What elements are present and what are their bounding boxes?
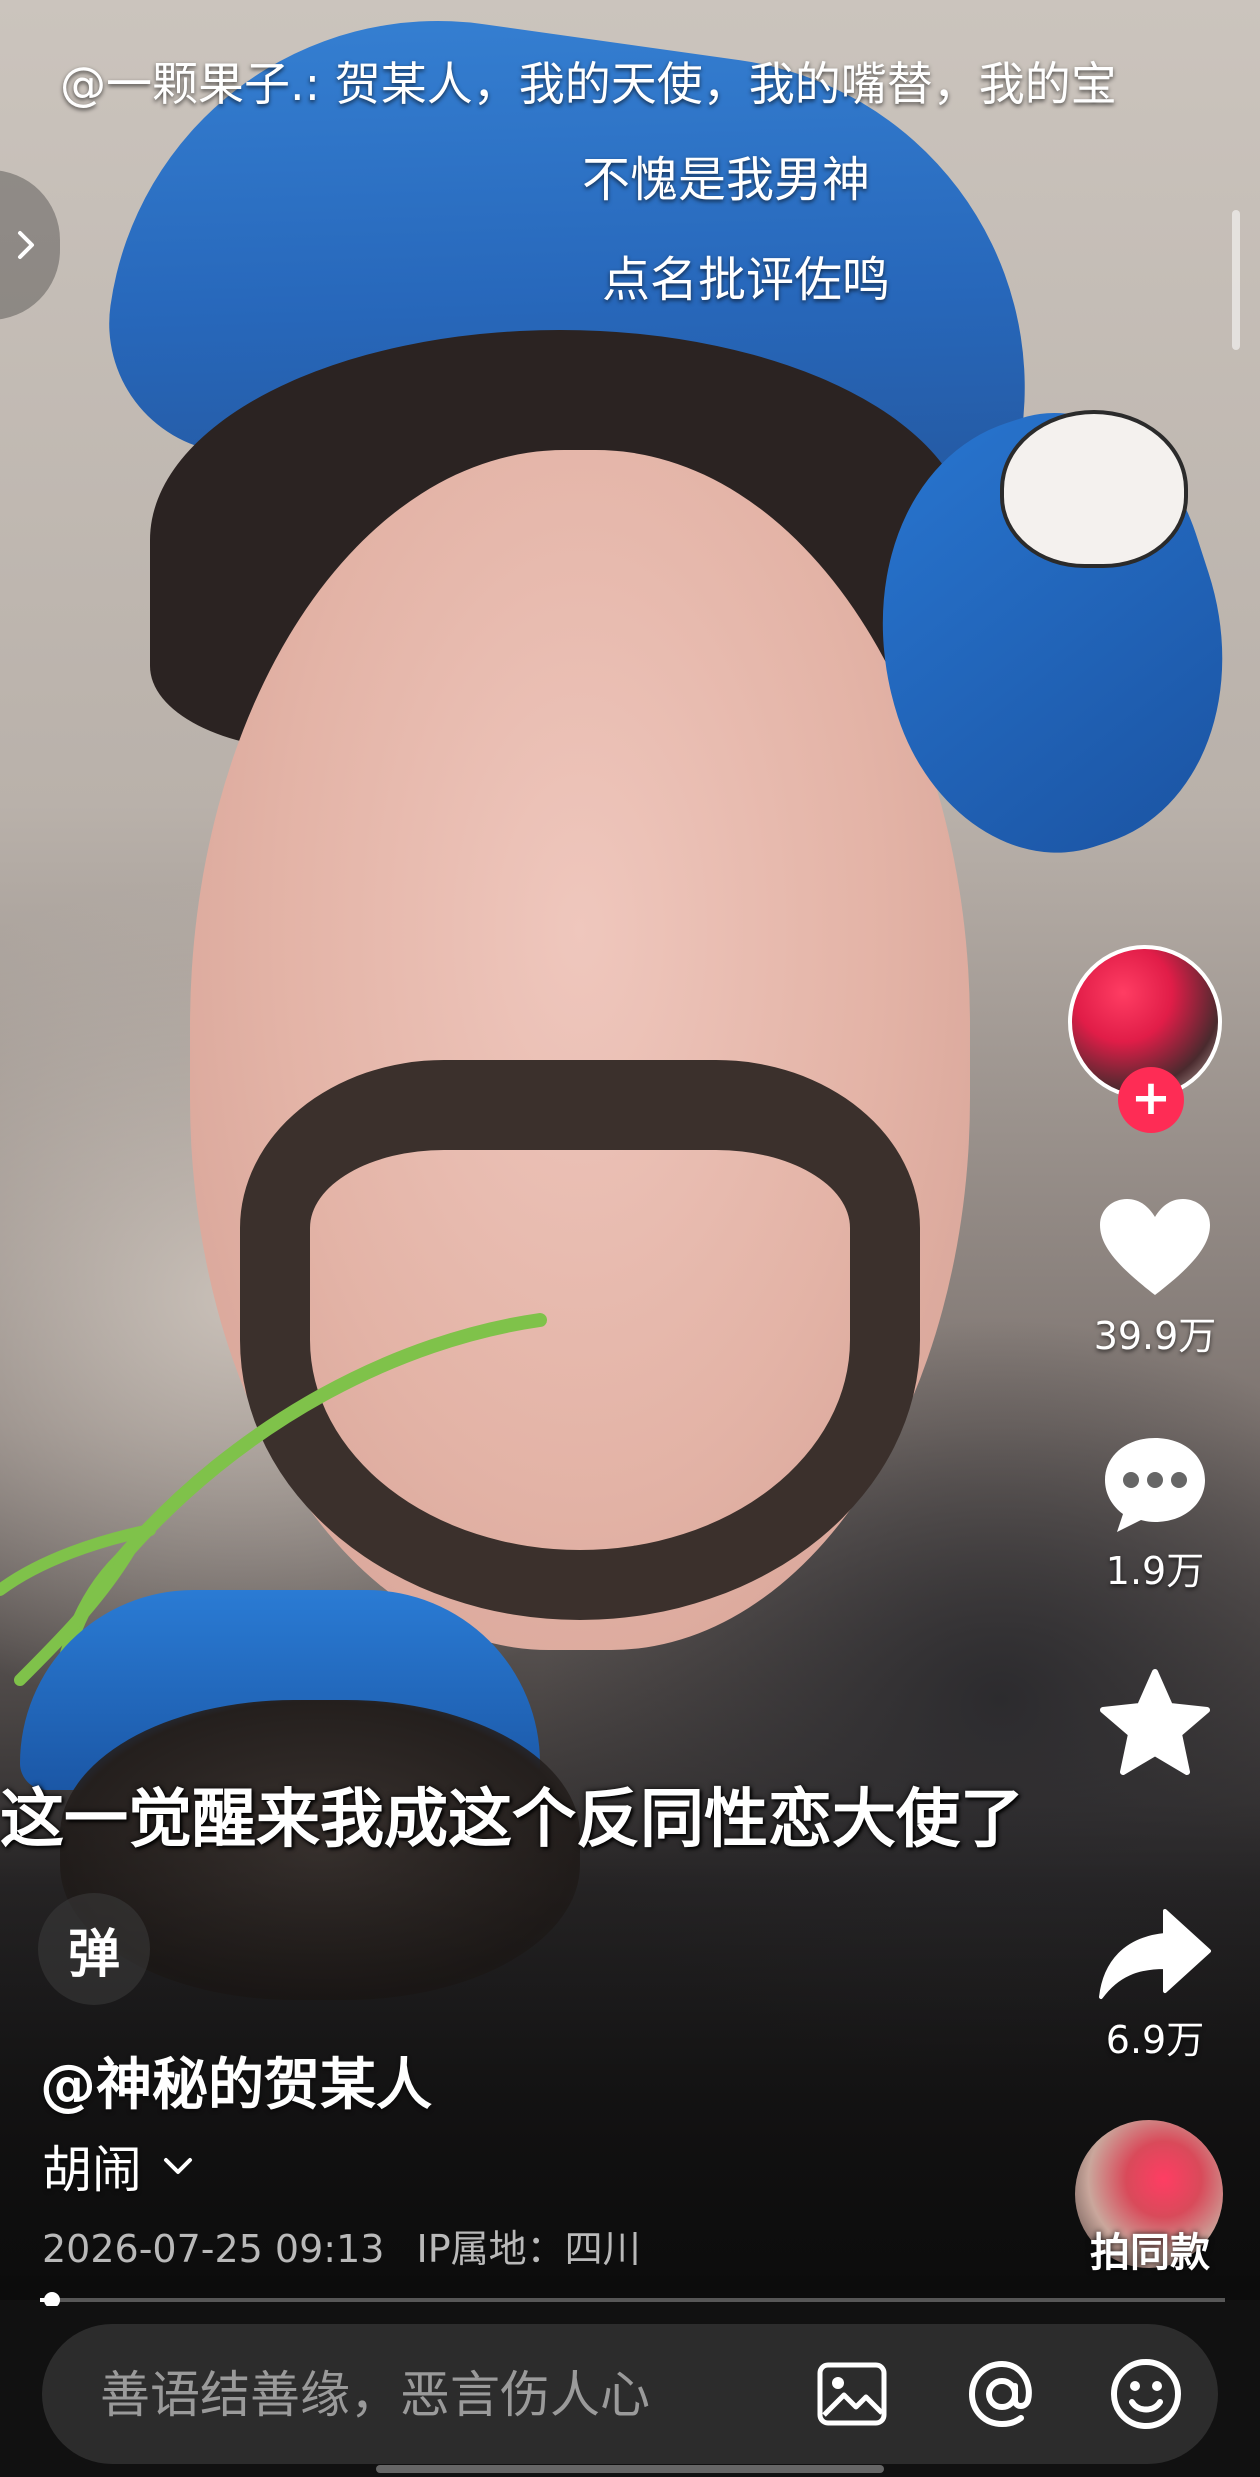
comment-bubble-icon bbox=[1105, 1438, 1205, 1532]
remix-button[interactable]: 拍同款 bbox=[1075, 2120, 1235, 2280]
danmu-toggle-label: 弹 bbox=[67, 1924, 120, 1985]
danmaku-comment: @一颗果子.: 贺某人，我的天使，我的嘴替，我的宝 bbox=[60, 57, 1117, 111]
home-indicator bbox=[376, 2465, 884, 2473]
video-player[interactable] bbox=[0, 0, 1260, 2300]
danmaku-comment: 不愧是我男神 bbox=[582, 152, 871, 208]
video-subtitle: 这一觉醒来我成这个反同性恋大使了 bbox=[0, 1783, 1024, 1857]
remix-label: 拍同款 bbox=[1090, 2230, 1210, 2276]
like-button[interactable]: 39.9万 bbox=[1090, 1195, 1220, 1360]
plus-icon: + bbox=[1130, 1070, 1172, 1126]
video-description[interactable]: 胡闹 bbox=[42, 2130, 196, 2202]
comment-input[interactable] bbox=[98, 2324, 782, 2466]
video-meta: 2026-07-25 09:13 IP属地：四川 bbox=[42, 2218, 641, 2273]
mention-button[interactable] bbox=[962, 2354, 1042, 2434]
like-count: 39.9万 bbox=[1093, 1314, 1217, 1358]
share-arrow-icon bbox=[1099, 1909, 1211, 1999]
publish-time: 2026-07-25 09:13 bbox=[42, 2227, 385, 2271]
comment-box bbox=[42, 2324, 1218, 2466]
chevron-right-icon bbox=[18, 231, 34, 259]
share-button[interactable]: 6.9万 bbox=[1090, 1905, 1220, 2064]
creator-avatar-group[interactable]: + bbox=[1068, 945, 1238, 1135]
share-count: 6.9万 bbox=[1105, 2018, 1205, 2062]
danmaku-comment: 点名批评佐鸣 bbox=[602, 252, 891, 308]
scroll-indicator bbox=[1232, 210, 1240, 350]
comment-count: 1.9万 bbox=[1105, 1549, 1205, 1593]
emoji-button[interactable] bbox=[1106, 2354, 1186, 2434]
comment-bar bbox=[0, 2306, 1260, 2477]
author-name[interactable]: @神秘的贺某人 bbox=[40, 2040, 432, 2121]
star-icon bbox=[1100, 1669, 1210, 1775]
follow-button[interactable]: + bbox=[1118, 1067, 1184, 1133]
danmu-toggle-button[interactable]: 弹 bbox=[38, 1893, 150, 2005]
image-icon bbox=[817, 2362, 887, 2426]
image-button[interactable] bbox=[812, 2354, 892, 2434]
video-progress-bar[interactable] bbox=[40, 2292, 1225, 2308]
chevron-down-icon[interactable] bbox=[160, 2154, 196, 2178]
video-cartoon-sticker bbox=[1000, 410, 1188, 568]
at-icon bbox=[968, 2360, 1032, 2428]
favorite-button[interactable] bbox=[1090, 1668, 1220, 1778]
description-text: 胡闹 bbox=[42, 2141, 142, 2199]
heart-icon bbox=[1100, 1199, 1210, 1295]
comment-button[interactable]: 1.9万 bbox=[1090, 1432, 1220, 1595]
ip-location: IP属地：四川 bbox=[416, 2227, 641, 2271]
emoji-icon bbox=[1111, 2359, 1181, 2429]
